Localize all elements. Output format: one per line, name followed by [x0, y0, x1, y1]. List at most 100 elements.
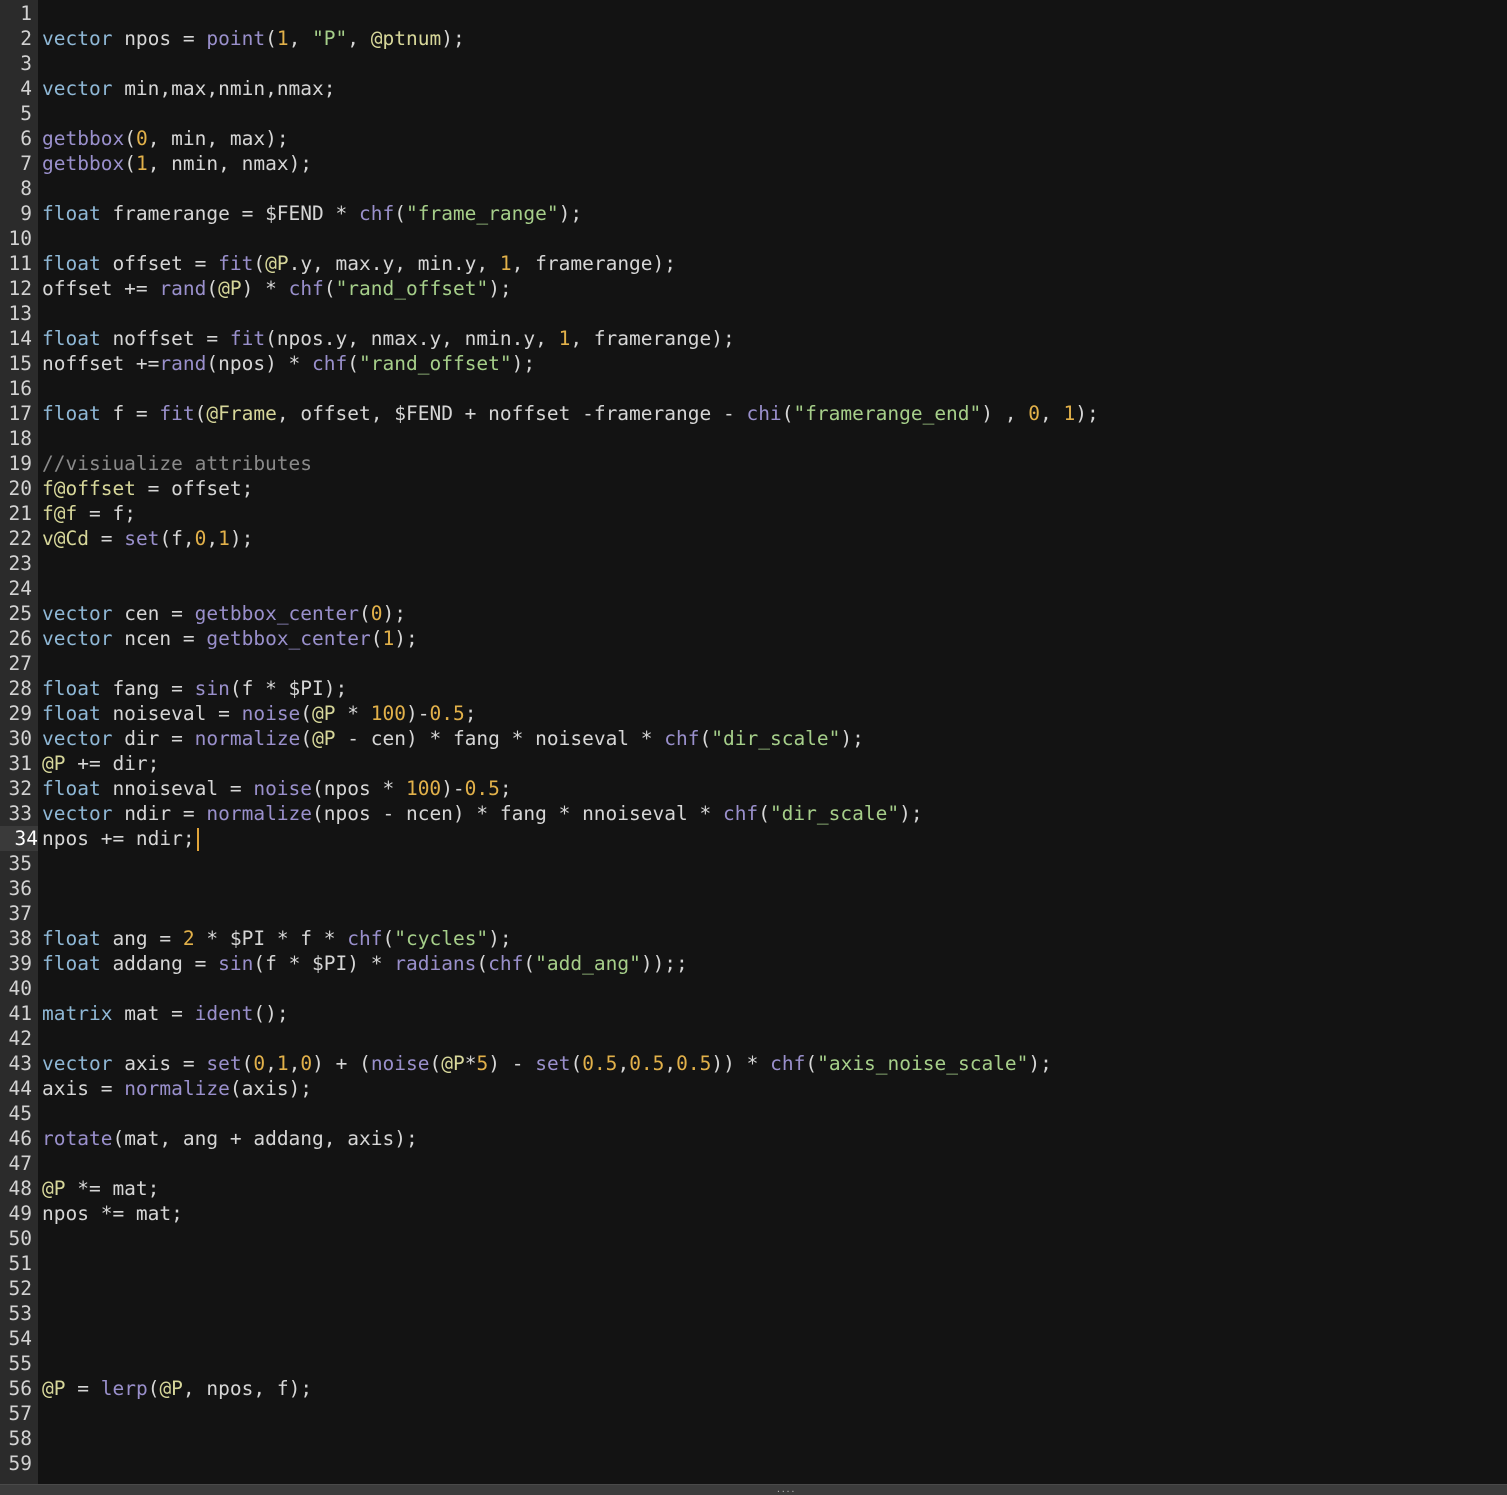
code-token: fit: [159, 402, 195, 425]
code-text[interactable]: vector min,max,nmin,nmax;: [42, 76, 336, 101]
code-line[interactable]: 59: [0, 1451, 1507, 1476]
code-line[interactable]: 36: [0, 876, 1507, 901]
code-line[interactable]: 33 vector ndir = normalize(npos - ncen) *…: [0, 801, 1507, 826]
code-line[interactable]: 2 vector npos = point(1, "P", @ptnum);: [0, 26, 1507, 51]
line-number: 36: [8, 877, 32, 900]
code-text[interactable]: float noiseval = noise(@P * 100)-0.5;: [42, 701, 476, 726]
code-line[interactable]: 55: [0, 1351, 1507, 1376]
code-line[interactable]: 22 v@Cd = set(f,0,1);: [0, 526, 1507, 551]
code-line[interactable]: 9 float framerange = $FEND * chf("frame_r…: [0, 201, 1507, 226]
code-line[interactable]: 12 offset += rand(@P) * chf("rand_offset"…: [0, 276, 1507, 301]
code-text[interactable]: noffset +=rand(npos) * chf("rand_offset"…: [42, 351, 535, 376]
line-number: 44: [8, 1077, 32, 1100]
code-line[interactable]: 53: [0, 1301, 1507, 1326]
code-text[interactable]: vector dir = normalize(@P - cen) * fang …: [42, 726, 864, 751]
code-text[interactable]: float addang = sin(f * $PI) * radians(ch…: [42, 951, 688, 976]
code-line[interactable]: 17 float f = fit(@Frame, offset, $FEND + …: [0, 401, 1507, 426]
code-line[interactable]: 58: [0, 1426, 1507, 1451]
code-line[interactable]: 44 axis = normalize(axis);: [0, 1076, 1507, 1101]
code-text[interactable]: @P += dir;: [42, 751, 159, 776]
code-token: ,: [265, 1052, 277, 1075]
code-line[interactable]: 10: [0, 226, 1507, 251]
code-line[interactable]: 14 float noffset = fit(npos.y, nmax.y, nm…: [0, 326, 1507, 351]
code-line[interactable]: 29 float noiseval = noise(@P * 100)-0.5;: [0, 701, 1507, 726]
code-line[interactable]: 24: [0, 576, 1507, 601]
code-line[interactable]: 23: [0, 551, 1507, 576]
code-line[interactable]: 52: [0, 1276, 1507, 1301]
code-line[interactable]: 31 @P += dir;: [0, 751, 1507, 776]
code-text[interactable]: @P = lerp(@P, npos, f);: [42, 1376, 312, 1401]
code-text[interactable]: offset += rand(@P) * chf("rand_offset");: [42, 276, 512, 301]
code-text[interactable]: //visiualize attributes: [42, 451, 312, 476]
code-text[interactable]: axis = normalize(axis);: [42, 1076, 312, 1101]
code-line[interactable]: 38 float ang = 2 * $PI * f * chf("cycles"…: [0, 926, 1507, 951]
code-text[interactable]: f@offset = offset;: [42, 476, 253, 501]
code-line[interactable]: 42: [0, 1026, 1507, 1051]
code-line[interactable]: 1: [0, 1, 1507, 26]
code-text[interactable]: vector ndir = normalize(npos - ncen) * f…: [42, 801, 923, 826]
code-line[interactable]: 34 npos += ndir;: [0, 826, 1507, 851]
code-line[interactable]: 48 @P *= mat;: [0, 1176, 1507, 1201]
code-line[interactable]: 32 float nnoiseval = noise(npos * 100)-0.…: [0, 776, 1507, 801]
code-text[interactable]: float fang = sin(f * $PI);: [42, 676, 347, 701]
line-number: 3: [20, 52, 32, 75]
code-text[interactable]: float noffset = fit(npos.y, nmax.y, nmin…: [42, 326, 735, 351]
code-line[interactable]: 6 getbbox(0, min, max);: [0, 126, 1507, 151]
code-line[interactable]: 15 noffset +=rand(npos) * chf("rand_offse…: [0, 351, 1507, 376]
code-line[interactable]: 8: [0, 176, 1507, 201]
code-lines[interactable]: 1 2 vector npos = point(1, "P", @ptnum); 3 4…: [0, 1, 1507, 1476]
code-line[interactable]: 40: [0, 976, 1507, 1001]
code-line[interactable]: 46 rotate(mat, ang + addang, axis);: [0, 1126, 1507, 1151]
code-line[interactable]: 49 npos *= mat;: [0, 1201, 1507, 1226]
code-line[interactable]: 18: [0, 426, 1507, 451]
code-text[interactable]: vector ncen = getbbox_center(1);: [42, 626, 418, 651]
code-text[interactable]: @P *= mat;: [42, 1176, 159, 1201]
code-text[interactable]: getbbox(0, min, max);: [42, 126, 289, 151]
code-line[interactable]: 13: [0, 301, 1507, 326]
resize-grip-icon[interactable]: ....: [776, 1486, 795, 1494]
code-line[interactable]: 47: [0, 1151, 1507, 1176]
code-line[interactable]: 50: [0, 1226, 1507, 1251]
code-line[interactable]: 11 float offset = fit(@P.y, max.y, min.y,…: [0, 251, 1507, 276]
code-line[interactable]: 39 float addang = sin(f * $PI) * radians(…: [0, 951, 1507, 976]
code-text[interactable]: getbbox(1, nmin, nmax);: [42, 151, 312, 176]
code-text[interactable]: npos *= mat;: [42, 1201, 183, 1226]
code-line[interactable]: 21 f@f = f;: [0, 501, 1507, 526]
code-line[interactable]: 41 matrix mat = ident();: [0, 1001, 1507, 1026]
line-number: 52: [8, 1277, 32, 1300]
code-text[interactable]: float ang = 2 * $PI * f * chf("cycles");: [42, 926, 512, 951]
code-text[interactable]: vector cen = getbbox_center(0);: [42, 601, 406, 626]
code-text[interactable]: v@Cd = set(f,0,1);: [42, 526, 253, 551]
code-line[interactable]: 30 vector dir = normalize(@P - cen) * fan…: [0, 726, 1507, 751]
code-text[interactable]: vector npos = point(1, "P", @ptnum);: [42, 26, 465, 51]
code-text[interactable]: float f = fit(@Frame, offset, $FEND + no…: [42, 401, 1099, 426]
code-line[interactable]: 54: [0, 1326, 1507, 1351]
code-line[interactable]: 20 f@offset = offset;: [0, 476, 1507, 501]
code-line[interactable]: 26 vector ncen = getbbox_center(1);: [0, 626, 1507, 651]
code-line[interactable]: 45: [0, 1101, 1507, 1126]
code-line[interactable]: 56 @P = lerp(@P, npos, f);: [0, 1376, 1507, 1401]
code-line[interactable]: 27: [0, 651, 1507, 676]
code-text[interactable]: vector axis = set(0,1,0) + (noise(@P*5) …: [42, 1051, 1052, 1076]
code-line[interactable]: 35: [0, 851, 1507, 876]
code-line[interactable]: 57: [0, 1401, 1507, 1426]
code-text[interactable]: matrix mat = ident();: [42, 1001, 289, 1026]
code-line[interactable]: 3: [0, 51, 1507, 76]
code-line[interactable]: 4 vector min,max,nmin,nmax;: [0, 76, 1507, 101]
code-text[interactable]: float framerange = $FEND * chf("frame_ra…: [42, 201, 582, 226]
code-line[interactable]: 7 getbbox(1, nmin, nmax);: [0, 151, 1507, 176]
code-editor[interactable]: 1 2 vector npos = point(1, "P", @ptnum); 3 4…: [0, 0, 1507, 1484]
code-line[interactable]: 37: [0, 901, 1507, 926]
code-line[interactable]: 51: [0, 1251, 1507, 1276]
code-text[interactable]: rotate(mat, ang + addang, axis);: [42, 1126, 418, 1151]
code-line[interactable]: 25 vector cen = getbbox_center(0);: [0, 601, 1507, 626]
code-line[interactable]: 19 //visiualize attributes: [0, 451, 1507, 476]
code-text[interactable]: float nnoiseval = noise(npos * 100)-0.5;: [42, 776, 512, 801]
code-line[interactable]: 28 float fang = sin(f * $PI);: [0, 676, 1507, 701]
code-text[interactable]: f@f = f;: [42, 501, 136, 526]
code-line[interactable]: 43 vector axis = set(0,1,0) + (noise(@P*5…: [0, 1051, 1507, 1076]
code-line[interactable]: 5: [0, 101, 1507, 126]
code-text[interactable]: float offset = fit(@P.y, max.y, min.y, 1…: [42, 251, 676, 276]
code-line[interactable]: 16: [0, 376, 1507, 401]
code-text[interactable]: npos += ndir;: [42, 826, 199, 851]
